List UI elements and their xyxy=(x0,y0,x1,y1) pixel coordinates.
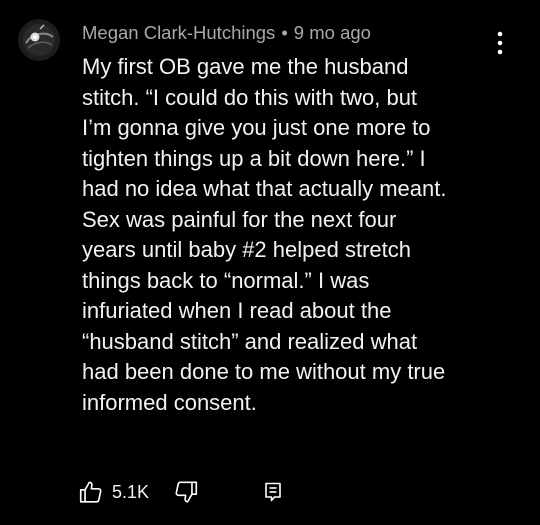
comment-line: I’m gonna give you just one more to xyxy=(82,115,431,140)
comment-actions: 5.1K xyxy=(78,477,308,507)
comment-line: tighten things up a bit down here.” I xyxy=(82,145,426,171)
comment-text: My first OB gave me the husband stitch. … xyxy=(82,52,522,418)
comment-line: informed consent. xyxy=(82,389,257,415)
comment-line: stitch. “I could do this with two, but xyxy=(82,84,418,110)
reply-comment-icon xyxy=(265,482,281,502)
dislike-button[interactable] xyxy=(173,477,199,507)
header-separator: • xyxy=(281,22,288,43)
like-button[interactable]: 5.1K xyxy=(78,477,149,507)
comment-line: “husband stitch” and realized what xyxy=(82,328,418,354)
comment-line: years until baby #2 helped stretch xyxy=(82,237,411,262)
thumbs-down-icon xyxy=(175,481,198,503)
avatar[interactable] xyxy=(18,19,60,61)
comment-line: things back to “normal.” I was xyxy=(82,267,370,293)
comment-line: My first OB gave me the husband xyxy=(82,54,409,79)
comment-line: Sex was painful for the next four xyxy=(82,206,397,232)
comment-header: Megan Clark-Hutchings • 9 mo ago xyxy=(82,20,371,46)
like-count: 5.1K xyxy=(112,481,150,502)
comment: Megan Clark-Hutchings • 9 mo ago My first … xyxy=(0,0,540,525)
avatar-image xyxy=(18,19,60,61)
comment-line: had been done to me without my true xyxy=(82,359,446,384)
timestamp: 9 mo ago xyxy=(293,22,371,43)
thumbs-up-icon xyxy=(79,481,102,503)
comment-line: had no idea what that actually meant. xyxy=(82,176,447,201)
comment-line: infuriated when I read about the xyxy=(82,298,392,323)
author-name[interactable]: Megan Clark-Hutchings xyxy=(82,22,275,43)
reply-button[interactable] xyxy=(261,477,285,507)
